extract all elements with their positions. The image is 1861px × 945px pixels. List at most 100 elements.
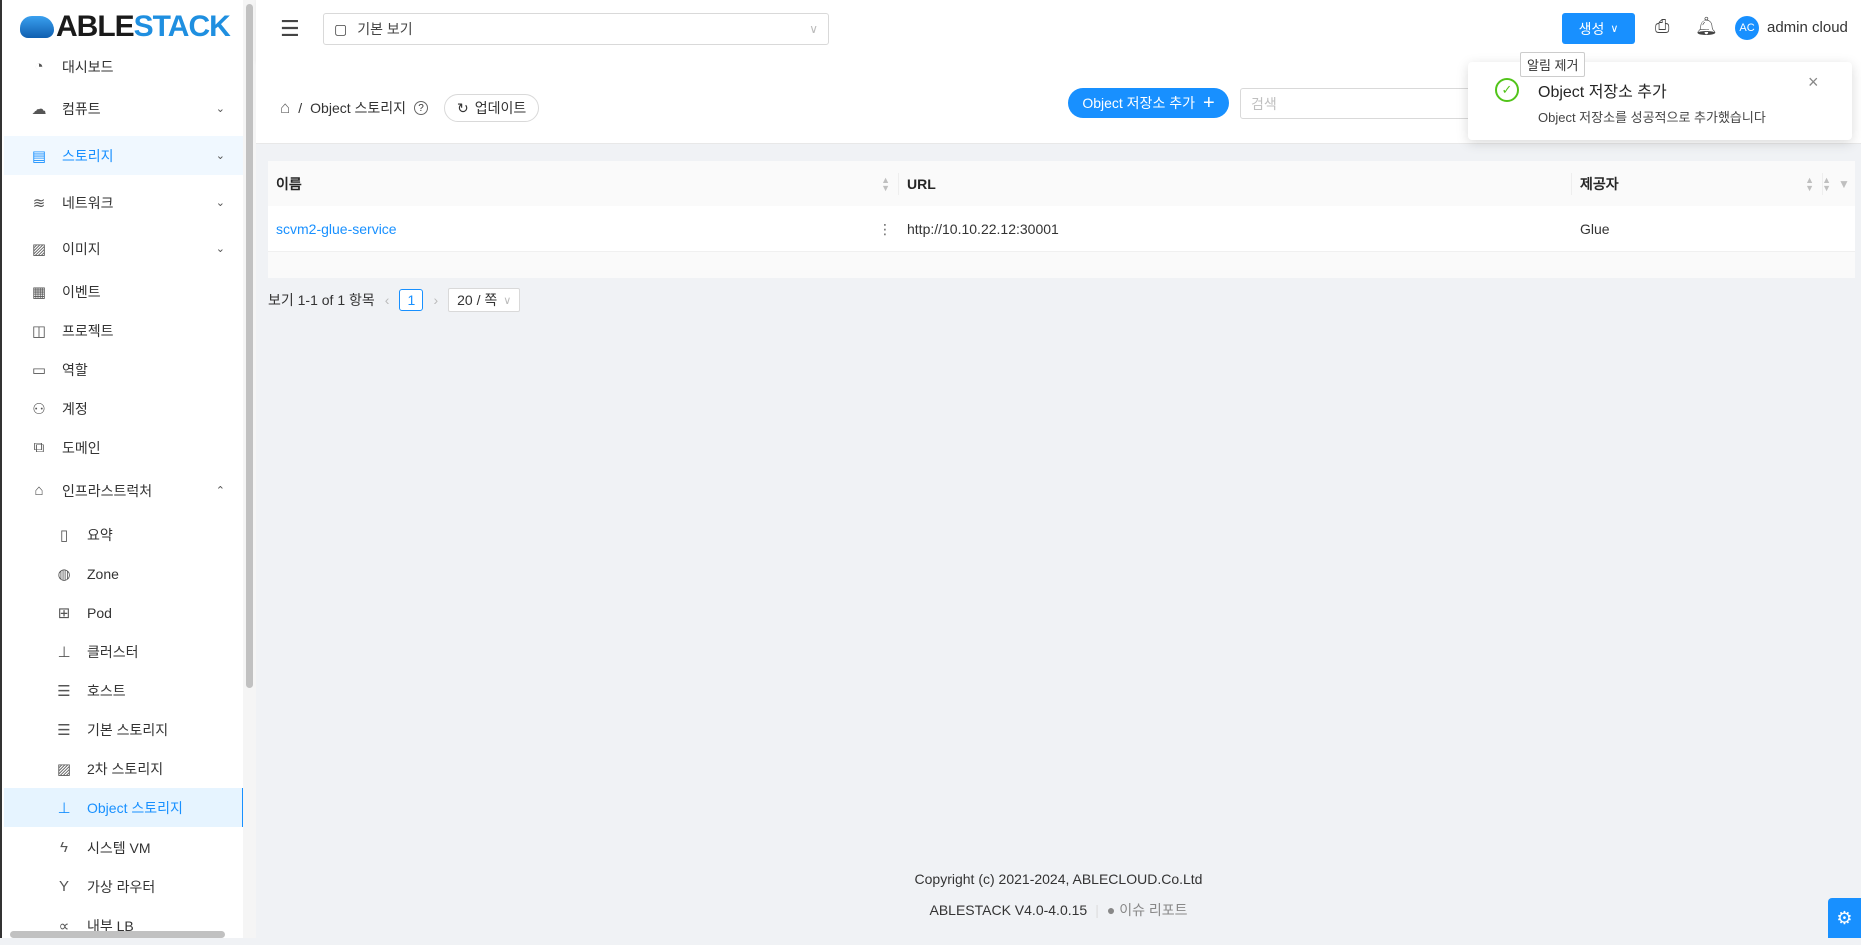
- reload-icon: ↻: [457, 99, 469, 116]
- sidebar-item-6[interactable]: ◫ 프로젝트: [4, 311, 245, 350]
- logo-cloud-icon: [20, 16, 54, 38]
- table-row[interactable]: scvm2-glue-service ⋮ http://10.10.22.12:…: [268, 206, 1855, 252]
- chevron-icon: ⌃: [215, 485, 225, 497]
- sidebar-item-label: 시스템 VM: [87, 839, 151, 856]
- collapse-menu-icon[interactable]: ☰: [280, 16, 300, 42]
- filter-icon[interactable]: ▼: [1830, 161, 1850, 206]
- sort-icon[interactable]: ▲ ▼: [1805, 175, 1814, 192]
- team-icon: ⚇: [32, 400, 46, 418]
- calendar-icon: ▦: [31, 283, 47, 301]
- cluster-icon: ⊥: [57, 643, 71, 661]
- sidebar-item-label: 2차 스토리지: [87, 760, 164, 777]
- sidebar-item-label: 역할: [62, 361, 88, 378]
- bell-icon[interactable]: 🔔︎: [1695, 16, 1718, 37]
- sidebar-item-label: 스토리지: [62, 147, 114, 164]
- close-icon[interactable]: ×: [1808, 72, 1819, 93]
- sidebar-item-1[interactable]: ☁ 컴퓨트 ⌄: [4, 89, 245, 128]
- pagination: 보기 1-1 of 1 항목 ‹ 1 › 20 / 쪽 ∨: [268, 288, 521, 312]
- add-object-storage-button[interactable]: Object 저장소 추가 +: [1068, 88, 1229, 118]
- chevron-icon: ⌄: [215, 243, 225, 255]
- sidebar-item-label: 기본 스토리지: [87, 721, 169, 738]
- object-storage-table: 이름 ▲ ▼ URL ▲ ▼ 제공자 ▲ ▼ ▼ scvm2-glue-service ⋮…: [268, 161, 1855, 278]
- sidebar-item-label: 대시보드: [62, 58, 114, 75]
- sidebar-item-14[interactable]: ⊥ 클러스터: [4, 632, 245, 671]
- prev-page-icon[interactable]: ‹: [385, 292, 390, 308]
- storage-name-link[interactable]: scvm2-glue-service: [268, 206, 397, 252]
- ablestack-logo[interactable]: ABLE STACK: [20, 10, 231, 44]
- sidebar-item-19[interactable]: ϟ 시스템 VM: [4, 828, 245, 867]
- sidebar-item-label: 컴퓨트: [62, 100, 101, 117]
- sidebar-item-8[interactable]: ⚇ 계정: [4, 389, 245, 428]
- page-1[interactable]: 1: [399, 289, 424, 311]
- github-icon: ●: [1106, 902, 1116, 918]
- chevron-down-icon: ∨: [1610, 23, 1619, 35]
- bank-icon: ⌂: [34, 482, 44, 499]
- create-button[interactable]: 생성 ∨: [1562, 13, 1635, 44]
- page-title: Object 스토리지: [310, 100, 407, 116]
- storage-icon: ▤: [31, 147, 47, 165]
- sidebar-item-label: 계정: [62, 400, 88, 417]
- sidebar-item-4[interactable]: ▨ 이미지 ⌄: [4, 229, 245, 268]
- sidebar-scrollbar-thumb[interactable]: [246, 4, 253, 688]
- settings-gear-button[interactable]: ⚙: [1828, 898, 1861, 938]
- page-size-select[interactable]: 20 / 쪽 ∨: [448, 288, 521, 312]
- read-icon: ▯: [59, 526, 69, 544]
- sidebar-item-12[interactable]: ◍ Zone: [4, 554, 245, 593]
- appstore-icon: ⊞: [57, 604, 71, 622]
- wifi-icon: ≋: [32, 194, 46, 212]
- horizontal-scrollbar[interactable]: [10, 931, 225, 938]
- sort-icon[interactable]: ▲ ▼: [881, 175, 890, 192]
- refresh-button[interactable]: ↻ 업데이트: [444, 94, 540, 122]
- dashboard-icon: ◔: [34, 58, 44, 75]
- globe-icon: ◍: [57, 565, 71, 583]
- sidebar-item-label: Object 스토리지: [87, 799, 183, 816]
- database-icon: ☰: [57, 721, 71, 739]
- copyright: Copyright (c) 2021-2024, ABLECLOUD.Co.Lt…: [914, 871, 1203, 887]
- project-icon: ▢: [334, 20, 348, 37]
- sidebar-item-15[interactable]: ☰ 호스트: [4, 671, 245, 710]
- sidebar-item-label: Pod: [87, 604, 112, 621]
- sidebar-item-0[interactable]: ◔ 대시보드: [4, 47, 245, 86]
- home-icon[interactable]: ⌂: [280, 98, 290, 118]
- breadcrumb: ⌂ / Object 스토리지 ? ↻ 업데이트: [280, 94, 540, 122]
- sidebar-item-16[interactable]: ☰ 기본 스토리지: [4, 710, 245, 749]
- sidebar-item-18[interactable]: ⊥ Object 스토리지: [4, 788, 245, 827]
- host-icon: ☰: [57, 682, 71, 700]
- next-page-icon[interactable]: ›: [433, 292, 438, 308]
- sidebar-item-10[interactable]: ⌂ 인프라스트럭처 ⌃: [4, 471, 245, 510]
- notification-message: Object 저장소를 성공적으로 추가했습니다: [1538, 110, 1766, 125]
- sidebar-item-11[interactable]: ▯ 요약: [4, 515, 245, 554]
- sidebar-item-label: 도메인: [62, 439, 101, 456]
- picture-icon: ▨: [56, 760, 72, 778]
- sidebar-item-17[interactable]: ▨ 2차 스토리지: [4, 749, 245, 788]
- view-select[interactable]: ▢ 기본 보기 ∨: [323, 13, 829, 45]
- sidebar-item-label: 이미지: [62, 240, 101, 257]
- more-actions-icon[interactable]: ⋮: [870, 206, 892, 252]
- block-icon: ⧉: [33, 439, 45, 456]
- translate-icon[interactable]: ⎙: [1655, 16, 1669, 37]
- chevron-down-icon: ∨: [503, 294, 512, 307]
- column-header-provider[interactable]: 제공자 ▲ ▼: [1572, 161, 1822, 206]
- question-icon[interactable]: ?: [414, 101, 429, 115]
- clear-notifications-tooltip[interactable]: 알림 제거: [1520, 52, 1586, 77]
- column-header-name[interactable]: 이름 ▲ ▼: [268, 161, 898, 206]
- sidebar-item-2[interactable]: ▤ 스토리지 ⌄: [4, 136, 245, 175]
- sidebar-item-9[interactable]: ⧉ 도메인: [4, 428, 245, 467]
- sidebar-item-7[interactable]: ▭ 역할: [4, 350, 245, 389]
- avatar[interactable]: AC: [1735, 16, 1759, 40]
- sidebar-item-13[interactable]: ⊞ Pod: [4, 593, 245, 632]
- sidebar-item-label: 인프라스트럭처: [62, 482, 153, 499]
- issue-report-link[interactable]: ● 이슈 리포트: [1107, 902, 1188, 918]
- sidebar-item-label: 프로젝트: [62, 322, 114, 339]
- sidebar-item-3[interactable]: ≋ 네트워크 ⌄: [4, 183, 245, 222]
- sidebar-item-label: 클러스터: [87, 643, 139, 660]
- check-circle-icon: ✓: [1495, 78, 1519, 102]
- sidebar-item-5[interactable]: ▦ 이벤트: [4, 272, 245, 311]
- chevron-icon: ⌄: [215, 197, 225, 209]
- username[interactable]: admin cloud: [1767, 19, 1848, 36]
- sidebar-item-label: Zone: [87, 565, 119, 582]
- storage-url: http://10.10.22.12:30001: [907, 221, 1059, 237]
- project-icon: ◫: [31, 322, 47, 340]
- image-icon: ▨: [31, 240, 47, 258]
- sidebar-item-label: 이벤트: [62, 283, 101, 300]
